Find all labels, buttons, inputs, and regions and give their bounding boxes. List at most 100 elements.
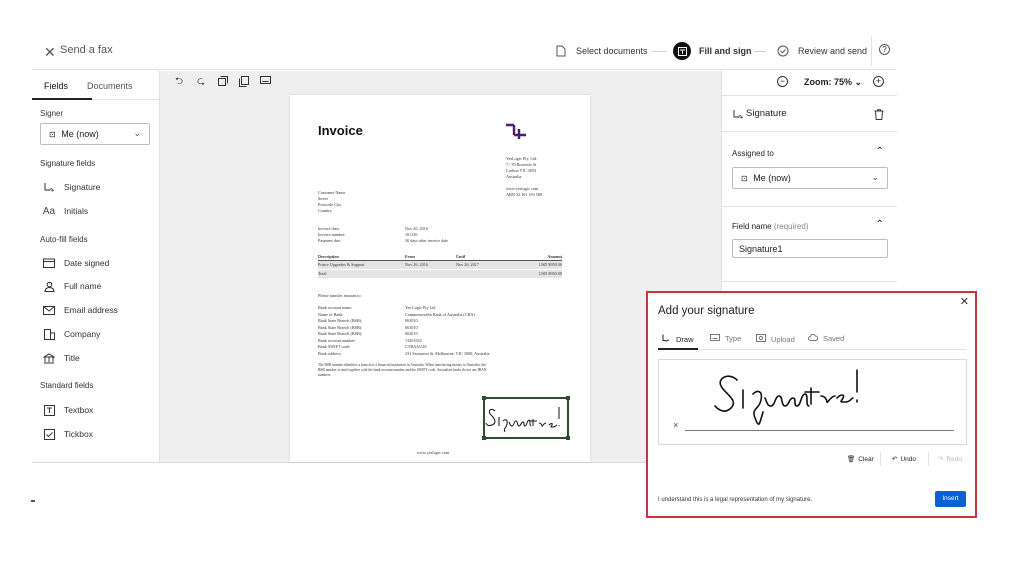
tab-type[interactable]: Type xyxy=(710,334,741,343)
person-icon xyxy=(42,280,56,292)
sign-here-x: × xyxy=(673,420,679,430)
field-label: Signature xyxy=(64,182,101,192)
tab-draw[interactable]: Draw xyxy=(662,334,694,345)
signature-image xyxy=(485,407,560,433)
company-abn: ABN 32 101 193 560 xyxy=(506,192,543,197)
chevron-up-icon[interactable]: ⌃ xyxy=(876,146,884,157)
field-label: Date signed xyxy=(64,258,110,268)
bank-label: Bank SWIFT code: xyxy=(318,344,351,349)
zoom-in-icon[interactable]: + xyxy=(873,76,884,87)
field-title[interactable]: Title xyxy=(42,352,80,364)
keyboard-icon[interactable] xyxy=(259,76,271,88)
resize-handle[interactable] xyxy=(482,436,486,440)
tab-upload[interactable]: Upload xyxy=(756,334,795,344)
insert-button[interactable]: Insert xyxy=(935,491,966,507)
resize-handle[interactable] xyxy=(566,396,570,400)
address-line: Country xyxy=(318,208,332,213)
signature-baseline xyxy=(685,430,954,431)
clear-label: Clear xyxy=(858,455,874,463)
tab-fields[interactable]: Fields xyxy=(44,81,68,91)
invoice-title: Invoice xyxy=(318,123,363,138)
bank-value: 063010 xyxy=(405,324,418,330)
bank-value: 231 Swanston St, Melbourne, VIC 3000, Au… xyxy=(405,350,490,356)
redo-button[interactable]: ↷ Redo xyxy=(938,455,962,464)
chevron-down-icon: ⌄ xyxy=(871,172,879,182)
duplicate-icon[interactable] xyxy=(238,76,250,88)
bank-icon xyxy=(42,352,56,364)
pen-signature-icon xyxy=(662,334,671,345)
step-label: Fill and sign xyxy=(699,46,752,56)
field-name-input[interactable]: Signature1 xyxy=(732,239,888,258)
assigned-to-select[interactable]: ⊡ Me (now) ⌄ xyxy=(732,167,888,189)
field-company[interactable]: Company xyxy=(42,328,100,340)
field-date-signed[interactable]: Date signed xyxy=(42,257,109,269)
divider xyxy=(722,281,897,282)
zoom-level[interactable]: Zoom: 75% ⌄ xyxy=(804,77,862,88)
field-label: Title xyxy=(64,353,80,363)
address-line: Australia xyxy=(506,174,522,179)
close-icon[interactable]: ✕ xyxy=(44,44,56,61)
tab-label: Upload xyxy=(771,334,795,344)
document-icon xyxy=(554,44,568,58)
clear-button[interactable]: 🗑 Clear xyxy=(847,455,874,464)
chevron-up-icon[interactable]: ⌃ xyxy=(876,219,884,230)
field-full-name[interactable]: Full name xyxy=(42,280,101,292)
step-fill-and-sign[interactable]: Fill and sign xyxy=(673,42,752,60)
assigned-to-value: Me (now) xyxy=(753,173,791,183)
field-name-label: Field name (required) xyxy=(732,222,809,231)
drawn-signature xyxy=(714,369,858,425)
step-select-documents[interactable]: Select documents xyxy=(554,42,648,60)
bank-label: Bank State Branch (BSB): xyxy=(318,318,363,323)
undo-icon: ↶ xyxy=(892,456,898,463)
chevron-down-icon: ⌄ xyxy=(133,128,141,138)
keyboard-icon xyxy=(710,334,720,343)
initials-icon: Aa xyxy=(42,205,56,217)
column-header: Amount xyxy=(547,254,562,259)
table-row: Prince Upgrades & Support Nov 26, 2016 N… xyxy=(318,261,562,269)
image-upload-icon xyxy=(756,334,766,344)
field-signature[interactable]: Signature xyxy=(42,181,100,193)
required-hint: (required) xyxy=(773,222,809,231)
column-header: From xyxy=(405,254,415,259)
resize-handle[interactable] xyxy=(482,396,486,400)
close-icon[interactable]: ✕ xyxy=(960,295,969,308)
divider xyxy=(880,452,881,466)
field-textbox[interactable]: Textbox xyxy=(42,404,93,416)
signature-draw-area[interactable]: × xyxy=(658,359,967,445)
field-label: Full name xyxy=(64,281,102,291)
field-tickbox[interactable]: Tickbox xyxy=(42,428,93,440)
company-web: www.yeslogic.com ABN 32 101 193 560 xyxy=(506,186,542,198)
field-label: Email address xyxy=(64,305,118,315)
resize-handle[interactable] xyxy=(566,436,570,440)
step-label: Select documents xyxy=(576,46,648,56)
divider xyxy=(722,95,897,96)
trash-icon[interactable] xyxy=(874,107,884,125)
divider xyxy=(722,206,897,207)
fill-sign-icon xyxy=(673,42,691,60)
field-name-value: Signature1 xyxy=(739,244,783,254)
zoom-out-icon[interactable]: − xyxy=(777,76,788,87)
invoice-page: Invoice YesLogic Pty. Ltd. 7 / 39 Bouver… xyxy=(290,95,590,462)
checkbox-icon xyxy=(42,428,56,440)
calendar-icon xyxy=(42,257,56,269)
trash-icon: 🗑 xyxy=(847,456,856,463)
meta-label: Payment due: xyxy=(318,238,341,243)
invoice-meta: Invoice date: Nov 26, 2016 Invoice number… xyxy=(318,226,562,244)
step-review-and-send[interactable]: Review and send xyxy=(776,42,867,60)
help-icon[interactable]: ? xyxy=(879,44,890,55)
placed-signature-field[interactable] xyxy=(482,396,570,440)
bank-value: 063019 xyxy=(405,331,418,336)
copy-icon[interactable] xyxy=(217,76,229,88)
tab-saved[interactable]: Saved xyxy=(808,333,844,343)
legal-disclaimer: I understand this is a legal representat… xyxy=(658,497,813,503)
undo-icon[interactable]: ⮌ xyxy=(173,76,185,88)
column-header: Description xyxy=(318,254,339,259)
tab-documents[interactable]: Documents xyxy=(87,81,133,91)
field-initials[interactable]: Aa Initials xyxy=(42,205,88,217)
signer-select[interactable]: ⊡ Me (now) ⌄ xyxy=(40,123,150,145)
field-type-title: Signature xyxy=(746,108,787,119)
redo-icon[interactable]: ⮎ xyxy=(195,76,207,88)
section-title: Standard fields xyxy=(40,381,94,390)
undo-button[interactable]: ↶ Undo xyxy=(892,455,916,464)
field-email-address[interactable]: Email address xyxy=(42,304,118,316)
